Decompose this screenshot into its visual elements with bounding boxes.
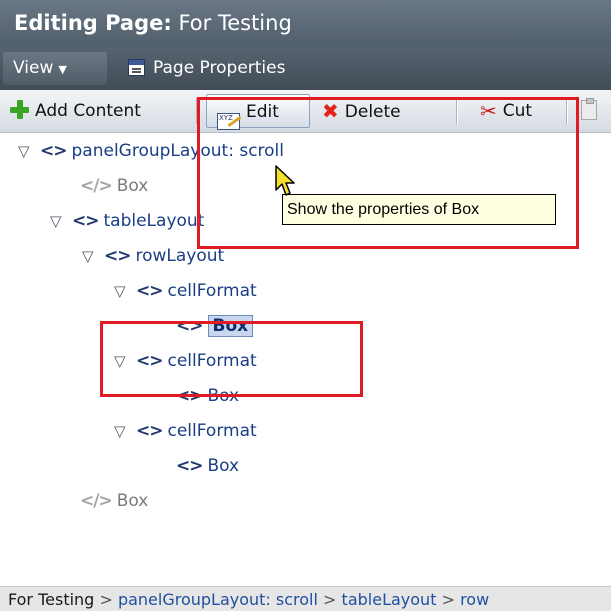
tree-node-label: cellFormat bbox=[167, 281, 257, 301]
component-tag-icon: <> bbox=[176, 386, 203, 406]
component-tag-icon: <> bbox=[176, 316, 203, 336]
tree-node-label: Box bbox=[207, 386, 240, 406]
breadcrumb-separator: > bbox=[441, 590, 455, 609]
triangle-down-icon[interactable]: ▽ bbox=[114, 343, 136, 379]
disabled-component-icon: </> bbox=[80, 176, 113, 196]
paste-button[interactable] bbox=[581, 90, 597, 132]
breadcrumb-separator: > bbox=[323, 590, 337, 609]
tree-node[interactable]: ▽ <> panelGroupLayout: scroll bbox=[18, 133, 284, 169]
tree-node-label: Box bbox=[207, 456, 240, 476]
toolbar: Add Content XYZ Edit ✖ Delete ✂ Cut bbox=[0, 90, 611, 133]
view-menu-button[interactable]: View ▼ bbox=[3, 52, 107, 85]
tree-node[interactable]: ▽ <> rowLayout bbox=[82, 238, 224, 274]
add-icon bbox=[10, 100, 29, 119]
breadcrumb: For Testing > panelGroupLayout: scroll >… bbox=[0, 586, 611, 611]
edit-button[interactable]: XYZ Edit bbox=[206, 94, 310, 130]
tree-node-label: rowLayout bbox=[135, 246, 225, 266]
triangle-down-icon[interactable]: ▽ bbox=[82, 238, 104, 274]
tree-node[interactable]: ▽ <> cellFormat bbox=[114, 413, 257, 449]
tree-node[interactable]: <> Box bbox=[176, 378, 239, 414]
scissors-icon: ✂ bbox=[480, 99, 497, 123]
component-tag-icon: <> bbox=[136, 281, 163, 301]
tree-node-label: Box bbox=[116, 491, 149, 511]
triangle-down-icon[interactable]: ▽ bbox=[114, 413, 136, 449]
breadcrumb-item-current: For Testing bbox=[8, 590, 95, 609]
chevron-down-icon: ▼ bbox=[58, 63, 67, 76]
delete-label: Delete bbox=[344, 102, 401, 122]
page-name: For Testing bbox=[178, 11, 292, 35]
tree-node-selected[interactable]: <> Box bbox=[176, 308, 254, 344]
delete-button[interactable]: ✖ Delete bbox=[322, 90, 401, 132]
breadcrumb-item[interactable]: panelGroupLayout: scroll bbox=[118, 590, 318, 609]
tree-node[interactable]: </> Box bbox=[80, 483, 148, 519]
edit-label: Edit bbox=[246, 102, 279, 122]
tree-node[interactable]: </> Box bbox=[80, 168, 148, 204]
component-tag-icon: <> bbox=[72, 211, 99, 231]
tree-node-label: panelGroupLayout: scroll bbox=[71, 141, 285, 161]
tree-node-label: cellFormat bbox=[167, 421, 257, 441]
tree-node[interactable]: ▽ <> cellFormat bbox=[114, 343, 257, 379]
toolbar-separator bbox=[566, 98, 568, 124]
tree-node[interactable]: ▽ <> tableLayout bbox=[50, 203, 204, 239]
page-title: Editing Page: For Testing bbox=[0, 0, 611, 47]
title-label: Editing Page: bbox=[14, 11, 172, 35]
add-content-label: Add Content bbox=[35, 101, 141, 121]
tree-node-label: Box bbox=[116, 176, 149, 196]
tree-node[interactable]: <> Box bbox=[176, 448, 239, 484]
triangle-down-icon[interactable]: ▽ bbox=[18, 133, 40, 169]
breadcrumb-item[interactable]: row bbox=[460, 590, 489, 609]
delete-icon: ✖ bbox=[322, 99, 339, 123]
menu-bar: View ▼ Page Properties bbox=[0, 47, 611, 90]
page-properties-label: Page Properties bbox=[153, 58, 286, 78]
cut-button[interactable]: ✂ Cut bbox=[480, 90, 532, 132]
tree-node-label: tableLayout bbox=[103, 211, 205, 231]
triangle-down-icon[interactable]: ▽ bbox=[114, 273, 136, 309]
component-tag-icon: <> bbox=[136, 421, 163, 441]
page-properties-button[interactable]: Page Properties bbox=[128, 47, 285, 90]
page-properties-icon bbox=[128, 59, 145, 76]
triangle-down-icon[interactable]: ▽ bbox=[50, 203, 72, 239]
component-tag-icon: <> bbox=[40, 141, 67, 161]
tree-node-label: Box bbox=[207, 315, 254, 337]
toolbar-separator bbox=[196, 98, 198, 124]
breadcrumb-item[interactable]: tableLayout bbox=[342, 590, 437, 609]
tree-node-label: cellFormat bbox=[167, 351, 257, 371]
add-content-button[interactable]: Add Content bbox=[10, 90, 141, 132]
component-tag-icon: <> bbox=[176, 456, 203, 476]
cut-label: Cut bbox=[502, 101, 533, 121]
view-menu-label: View bbox=[13, 58, 54, 78]
breadcrumb-separator: > bbox=[99, 590, 113, 609]
paste-icon bbox=[581, 98, 597, 120]
disabled-component-icon: </> bbox=[80, 491, 113, 511]
tree-node[interactable]: ▽ <> cellFormat bbox=[114, 273, 257, 309]
mouse-pointer-icon bbox=[275, 165, 295, 196]
tooltip: Show the properties of Box bbox=[282, 194, 556, 225]
component-tag-icon: <> bbox=[104, 246, 131, 266]
toolbar-separator bbox=[456, 98, 458, 124]
edit-icon: XYZ bbox=[217, 113, 240, 130]
component-tag-icon: <> bbox=[136, 351, 163, 371]
